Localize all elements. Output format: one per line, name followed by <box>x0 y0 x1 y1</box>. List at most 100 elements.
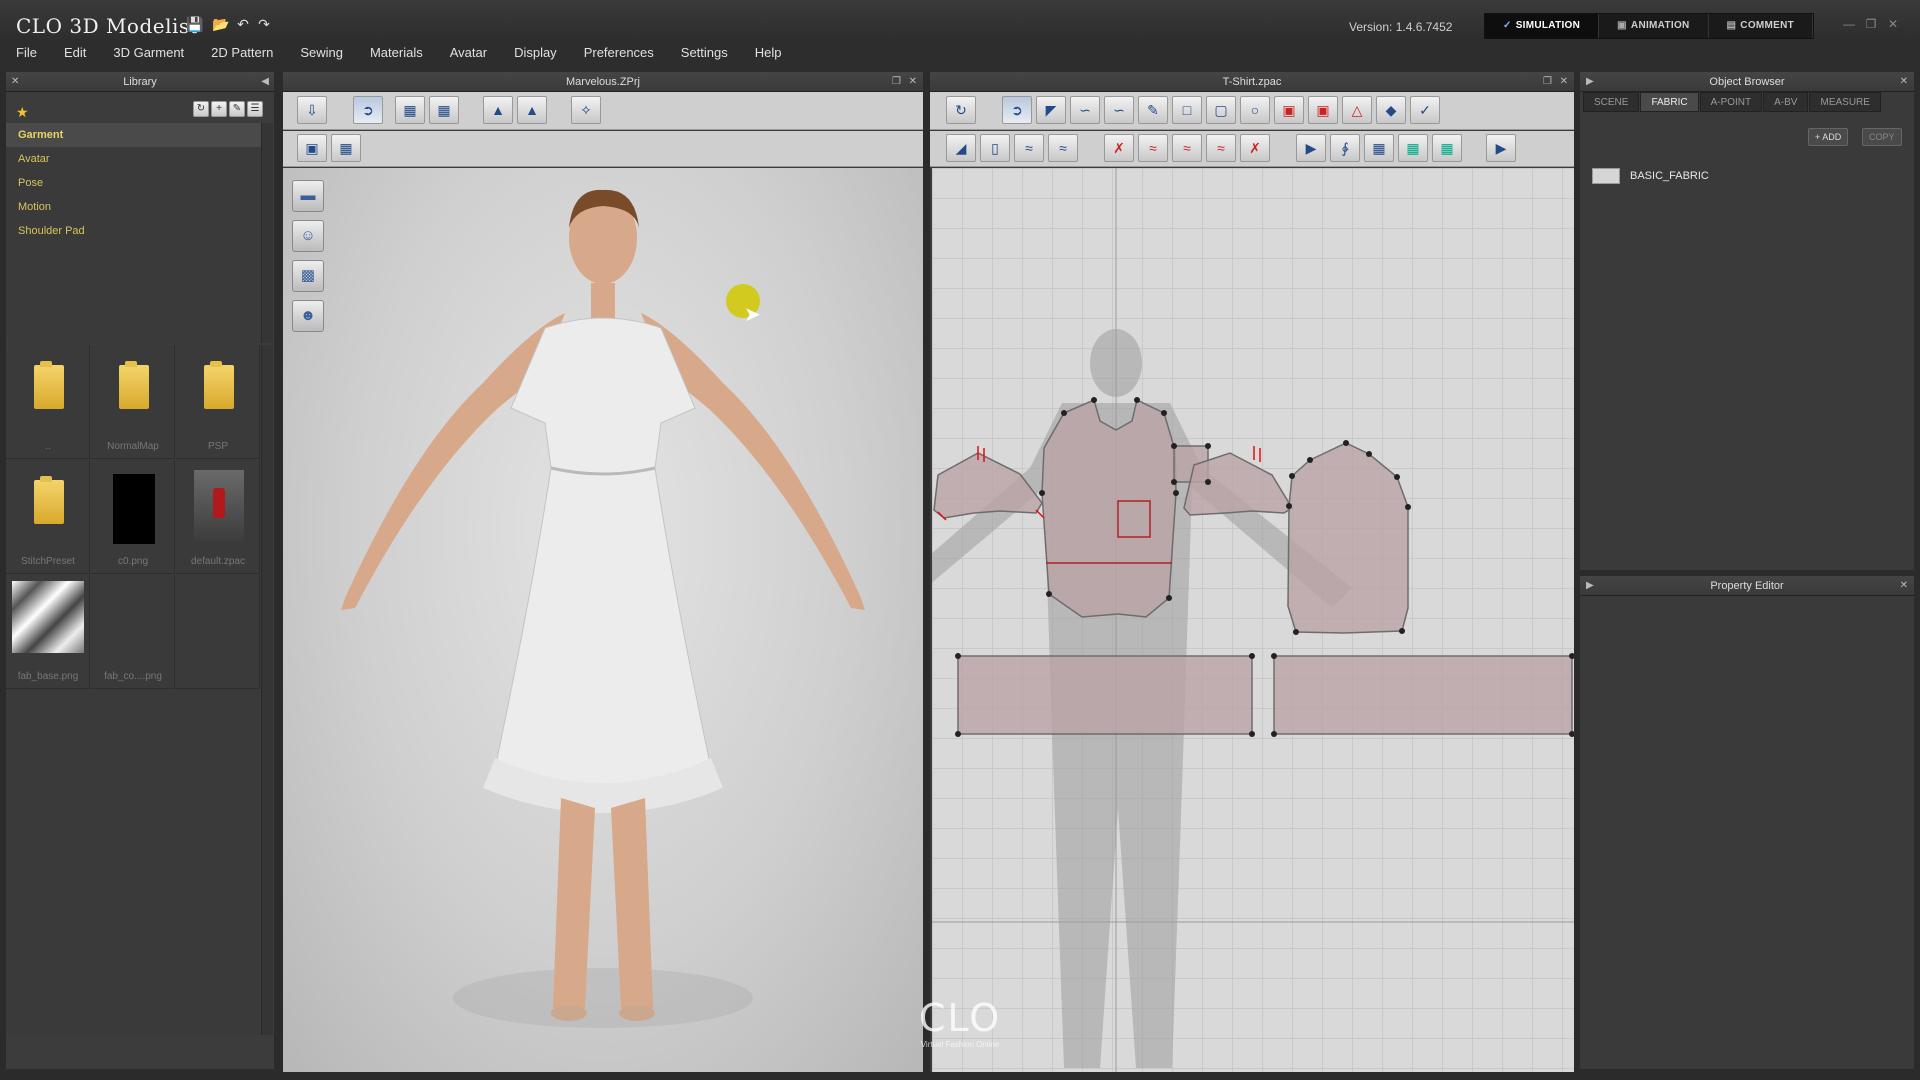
pin-tool-icon[interactable]: ▶ <box>1296 134 1326 162</box>
thumb-stitchpreset[interactable]: StitchPreset <box>6 460 90 574</box>
thumb-parent-folder[interactable]: .. <box>6 345 90 459</box>
tab-animation[interactable]: ▣ ANIMATION <box>1599 14 1709 38</box>
annotation-icon[interactable]: ▶ <box>1486 134 1516 162</box>
menu-2d-pattern[interactable]: 2D Pattern <box>211 44 273 72</box>
fabric-list-item[interactable]: BASIC_FABRIC <box>1592 166 1709 186</box>
internal-polygon-icon[interactable]: ▣ <box>1274 96 1304 124</box>
add-icon[interactable]: + <box>211 101 227 117</box>
dart-icon[interactable]: ◆ <box>1376 96 1406 124</box>
maximize-icon[interactable]: ❐ <box>1862 17 1880 32</box>
tab-a-point[interactable]: A-POINT <box>1699 92 1763 112</box>
texture-icon[interactable]: ▣ <box>297 134 327 162</box>
thumb-fab-co[interactable]: fab_co....png <box>91 575 175 689</box>
edit-curvature-icon[interactable]: ∽ <box>1070 96 1100 124</box>
menu-help[interactable]: Help <box>755 44 782 72</box>
delete-sewing-icon[interactable]: ✗ <box>1240 134 1270 162</box>
tree-item-avatar[interactable]: Avatar <box>6 147 264 171</box>
menu-preferences[interactable]: Preferences <box>584 44 654 72</box>
tab-measure[interactable]: MEASURE <box>1809 92 1881 112</box>
close-panel-icon[interactable]: ✕ <box>1900 72 1908 92</box>
menu-file[interactable]: File <box>16 44 37 72</box>
thumb-default-zpac[interactable]: default.zpac <box>176 460 260 574</box>
float-icon[interactable]: ❐ <box>892 72 901 92</box>
tab-fabric[interactable]: FABRIC <box>1640 92 1699 112</box>
refresh-pattern-icon[interactable]: ↻ <box>946 96 976 124</box>
select-move-icon[interactable]: ➲ <box>353 96 383 124</box>
sewing-check-icon[interactable]: ≈ <box>1048 134 1078 162</box>
menu-materials[interactable]: Materials <box>370 44 423 72</box>
tab-comment[interactable]: ▤ COMMENT <box>1709 14 1814 38</box>
tree-scrollbar[interactable] <box>261 123 273 343</box>
favorite-star-icon[interactable]: ★ <box>16 104 29 121</box>
open-folder-icon[interactable]: 📂 <box>212 16 230 32</box>
tree-item-pose[interactable]: Pose <box>6 171 264 195</box>
pin-icon[interactable]: ▶ <box>1586 576 1594 596</box>
menu-sewing[interactable]: Sewing <box>300 44 343 72</box>
transform-pattern-icon[interactable]: ➲ <box>1002 96 1032 124</box>
remove-garment-icon[interactable]: ▦ <box>429 96 459 124</box>
menu-display[interactable]: Display <box>514 44 557 72</box>
segment-sewing-icon[interactable]: ◢ <box>946 134 976 162</box>
rectangle-icon[interactable]: ▢ <box>1206 96 1236 124</box>
shirt-fill-icon[interactable]: ▲ <box>517 96 547 124</box>
avatar-view-icon[interactable]: ☺ <box>292 220 324 252</box>
tab-simulation[interactable]: ✓ SIMULATION <box>1485 14 1600 38</box>
menu-3d-garment[interactable]: 3D Garment <box>113 44 184 72</box>
menu-settings[interactable]: Settings <box>681 44 728 72</box>
trace-internal-icon[interactable]: ≈ <box>1206 134 1236 162</box>
close-panel-icon[interactable]: ✕ <box>11 72 19 92</box>
texture-pattern-icon[interactable]: ▦ <box>1364 134 1394 162</box>
close-panel-icon[interactable]: ✕ <box>1560 72 1568 92</box>
circle-icon[interactable]: ○ <box>1240 96 1270 124</box>
texture-view-icon[interactable]: ▩ <box>292 260 324 292</box>
curve-point-icon[interactable]: ∽ <box>1104 96 1134 124</box>
float-icon[interactable]: ❐ <box>1543 72 1552 92</box>
list-view-icon[interactable]: ☰ <box>247 101 263 117</box>
trace-outline-icon[interactable]: ≈ <box>1172 134 1202 162</box>
sewing-green-icon[interactable]: ≈ <box>1014 134 1044 162</box>
close-panel-icon[interactable]: ✕ <box>909 72 917 92</box>
tack-icon[interactable]: ∳ <box>1330 134 1360 162</box>
edit-icon[interactable]: ✎ <box>229 101 245 117</box>
tree-item-garment[interactable]: Garment <box>6 123 264 147</box>
minimize-icon[interactable]: — <box>1840 17 1858 32</box>
pose-icon[interactable]: ✧ <box>571 96 601 124</box>
thumb-fab-base[interactable]: fab_base.png <box>6 575 90 689</box>
grid-icon[interactable]: ▦ <box>331 134 361 162</box>
redo-icon[interactable]: ↷ <box>255 16 273 32</box>
undo-icon[interactable]: ↶ <box>234 16 252 32</box>
trace-icon[interactable]: ≈ <box>1138 134 1168 162</box>
polygon-icon[interactable]: □ <box>1172 96 1202 124</box>
add-point-icon[interactable]: ✎ <box>1138 96 1168 124</box>
add-garment-icon[interactable]: ▦ <box>395 96 425 124</box>
menu-avatar[interactable]: Avatar <box>450 44 487 72</box>
pin-icon[interactable]: ▶ <box>1586 72 1594 92</box>
tree-item-shoulder-pad[interactable]: Shoulder Pad <box>6 219 264 243</box>
close-panel-icon[interactable]: ✕ <box>1900 576 1908 596</box>
shirt-icon[interactable]: ▲ <box>483 96 513 124</box>
close-window-icon[interactable]: ✕ <box>1884 17 1902 32</box>
add-fabric-button[interactable]: + ADD <box>1808 128 1849 146</box>
free-sewing-icon[interactable]: ▯ <box>980 134 1010 162</box>
grid-sel-icon[interactable]: ▦ <box>1432 134 1462 162</box>
thumb-normalmap[interactable]: NormalMap <box>91 345 175 459</box>
edit-pattern-icon[interactable]: ◤ <box>1036 96 1066 124</box>
internal-rectangle-icon[interactable]: ▣ <box>1308 96 1338 124</box>
tab-a-bv[interactable]: A-BV <box>1763 92 1809 112</box>
save-icon[interactable]: 💾 <box>186 16 204 32</box>
2d-pattern-canvas[interactable] <box>892 168 1575 1072</box>
thumb-psp[interactable]: PSP <box>176 345 260 459</box>
3d-viewport[interactable] <box>283 168 923 1072</box>
thumb-c0-png[interactable]: c0.png <box>91 460 175 574</box>
pin-icon[interactable]: ◀ <box>261 72 269 92</box>
tab-scene[interactable]: SCENE <box>1583 92 1640 112</box>
edit-sewing-icon[interactable]: ✗ <box>1104 134 1134 162</box>
tree-item-motion[interactable]: Motion <box>6 195 264 219</box>
grid-pattern-icon[interactable]: ▦ <box>1398 134 1428 162</box>
internal-circle-icon[interactable]: △ <box>1342 96 1372 124</box>
thumbs-scrollbar[interactable] <box>261 345 273 1035</box>
menu-edit[interactable]: Edit <box>64 44 86 72</box>
fold-icon[interactable]: ✓ <box>1410 96 1440 124</box>
garment-view-icon[interactable]: ▬ <box>292 180 324 212</box>
refresh-icon[interactable]: ↻ <box>193 101 209 117</box>
